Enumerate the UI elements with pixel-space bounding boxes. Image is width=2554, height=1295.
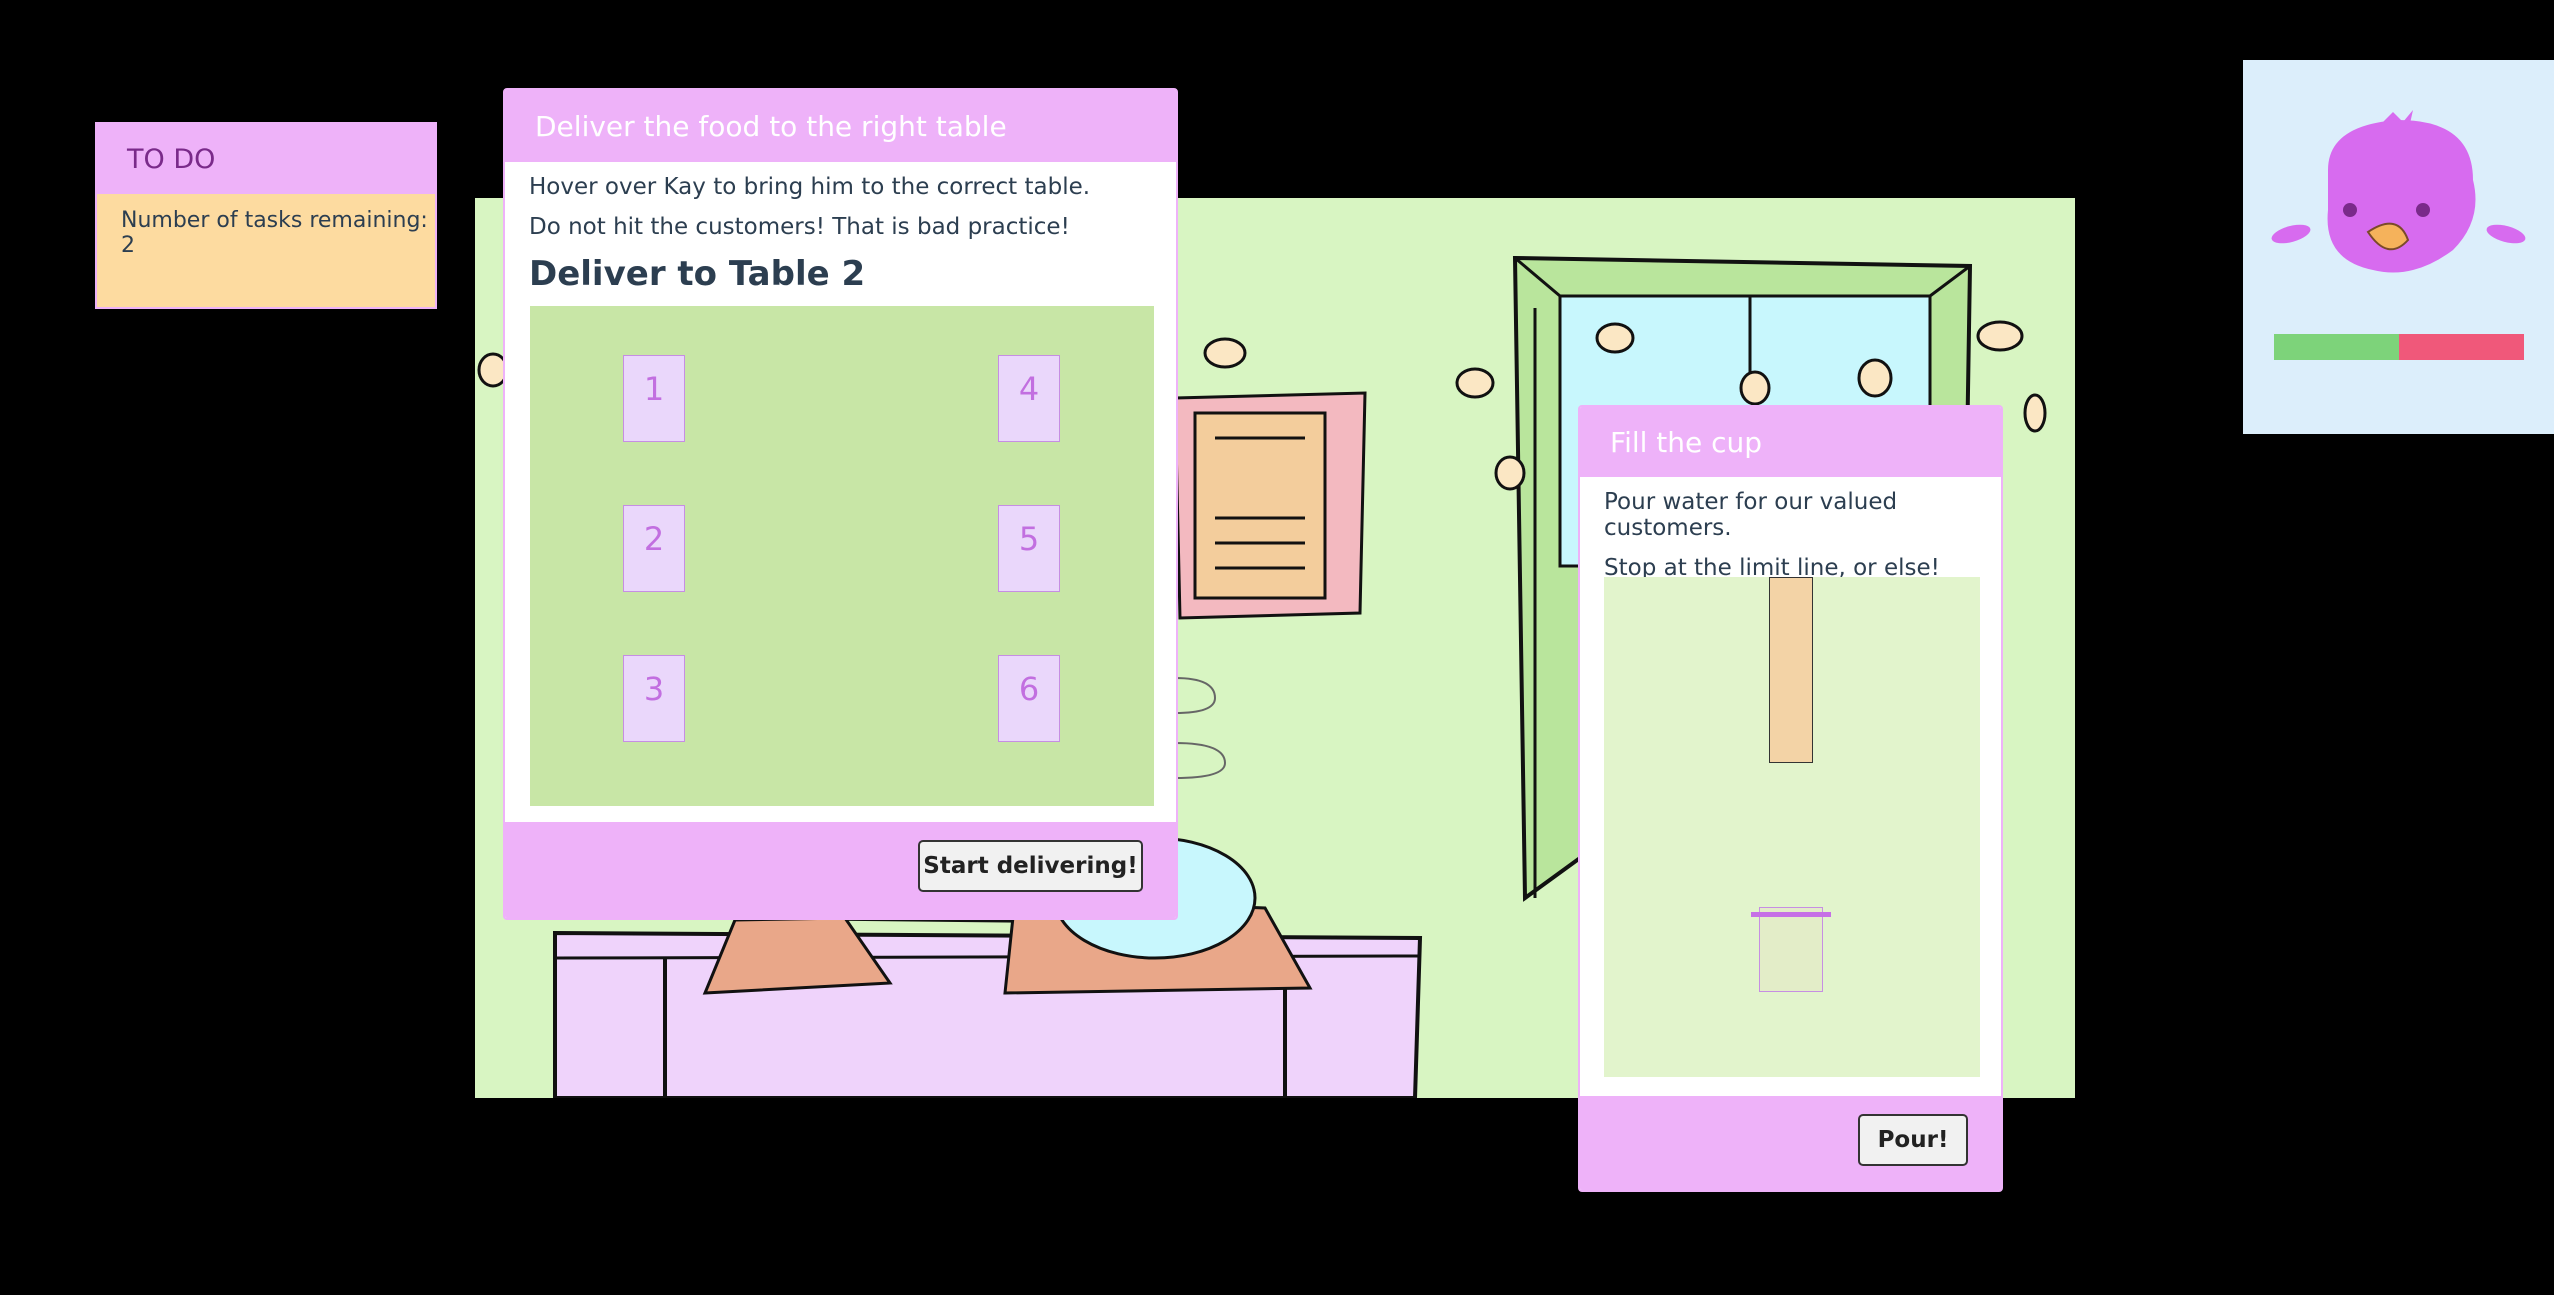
table-2[interactable]: 2 xyxy=(623,505,685,592)
todo-title: TO DO xyxy=(97,124,435,194)
cup-instruction-pour: Pour water for our valued customers. xyxy=(1604,489,1898,541)
cup xyxy=(1759,907,1823,992)
wall-frame xyxy=(1173,391,1367,620)
table-3[interactable]: 3 xyxy=(623,655,685,742)
tasks-remaining: Number of tasks remaining: 2 xyxy=(121,208,428,258)
deliver-window-footer: Start delivering! xyxy=(505,822,1176,918)
pour-button[interactable]: Pour! xyxy=(1858,1114,1968,1166)
table-5[interactable]: 5 xyxy=(998,505,1060,592)
table-6[interactable]: 6 xyxy=(998,655,1060,742)
todo-panel: TO DO Number of tasks remaining: 2 xyxy=(95,122,437,309)
kay-status-panel xyxy=(2243,60,2554,434)
kay-avatar xyxy=(2271,110,2526,273)
cup-window-title[interactable]: Fill the cup xyxy=(1580,407,2001,477)
deliver-instruction-warning: Do not hit the customers! That is bad pr… xyxy=(529,214,1070,240)
water-stream xyxy=(1769,577,1813,763)
health-bar xyxy=(2274,334,2524,360)
start-delivering-button[interactable]: Start delivering! xyxy=(918,840,1143,892)
cup-window-footer: Pour! xyxy=(1580,1096,2001,1190)
deliver-food-window: Deliver the food to the right table Hove… xyxy=(503,88,1178,920)
deliver-window-title[interactable]: Deliver the food to the right table xyxy=(505,90,1176,162)
target-table-heading: Deliver to Table 2 xyxy=(529,254,866,294)
deliver-instruction-hover: Hover over Kay to bring him to the corre… xyxy=(529,174,1091,200)
pour-area xyxy=(1604,577,1980,1077)
limit-line xyxy=(1751,912,1831,917)
table-1[interactable]: 1 xyxy=(623,355,685,442)
restaurant-map[interactable]: 1 2 3 4 5 6 xyxy=(530,306,1154,806)
health-bar-fill xyxy=(2274,334,2399,360)
table-4[interactable]: 4 xyxy=(998,355,1060,442)
fill-cup-window: Fill the cup Pour water for our valued c… xyxy=(1578,405,2003,1192)
